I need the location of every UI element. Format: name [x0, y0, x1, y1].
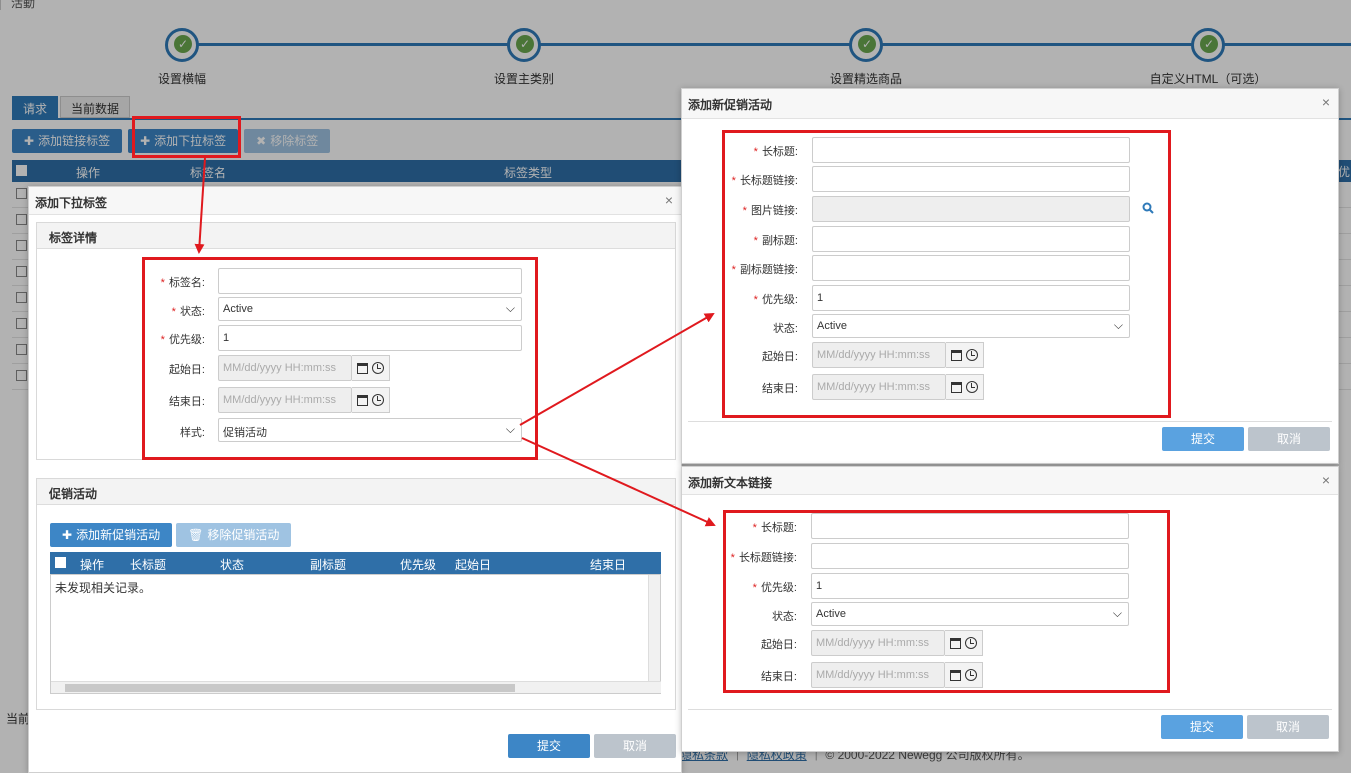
cancel-button[interactable]: 取消	[1248, 427, 1330, 451]
dialog-title: 添加新文本链接	[688, 476, 773, 490]
highlight-box-dropdown-button	[132, 116, 241, 158]
close-icon[interactable]: ×	[665, 192, 673, 208]
vertical-scrollbar[interactable]	[648, 575, 660, 681]
plus-icon: ✚	[62, 528, 73, 542]
highlight-box-text-link-form	[723, 510, 1170, 693]
dialog-header: 添加新促销活动 ×	[682, 89, 1338, 119]
close-icon[interactable]: ×	[1322, 472, 1330, 488]
promo-grid-body: 未发现相关记录。	[50, 574, 661, 694]
column-header: 起始日	[455, 558, 492, 572]
trash-icon: 🗑	[188, 528, 204, 542]
remove-promo-label: 移除促销活动	[207, 528, 280, 542]
highlight-box-dropdown-form	[142, 257, 538, 460]
promo-dialog-footer: 提交 取消	[1162, 427, 1330, 451]
dialog-title: 添加新促销活动	[688, 98, 773, 112]
remove-promo-button[interactable]: 🗑 移除促销活动	[176, 523, 292, 547]
submit-button[interactable]: 提交	[1162, 427, 1244, 451]
column-header: 结束日	[590, 558, 627, 572]
promo-grid-header: 操作 长标题 状态 副标题 优先级 起始日 结束日	[50, 552, 661, 574]
panel-title: 标签详情	[37, 223, 675, 249]
divider	[688, 421, 1332, 422]
submit-button[interactable]: 提交	[508, 734, 590, 758]
cancel-button[interactable]: 取消	[1247, 715, 1329, 739]
divider	[688, 709, 1332, 710]
dropdown-dialog-footer: 提交 取消	[508, 734, 676, 758]
horizontal-scrollbar[interactable]	[51, 681, 661, 693]
close-icon[interactable]: ×	[1322, 94, 1330, 110]
highlight-box-promo-form	[722, 130, 1171, 418]
column-header: 优先级	[400, 558, 437, 572]
column-header: 状态	[220, 558, 245, 572]
text-link-dialog-footer: 提交 取消	[1161, 715, 1329, 739]
select-all-checkbox[interactable]	[55, 557, 66, 568]
submit-button[interactable]: 提交	[1161, 715, 1243, 739]
cancel-button[interactable]: 取消	[594, 734, 676, 758]
scrollbar-thumb[interactable]	[65, 684, 515, 692]
column-header: 操作	[80, 558, 105, 572]
dialog-title: 添加下拉标签	[35, 196, 108, 210]
empty-message: 未发现相关记录。	[55, 581, 152, 595]
column-header: 副标题	[310, 558, 347, 572]
column-header: 长标题	[130, 558, 167, 572]
promo-toolbar: ✚ 添加新促销活动 🗑 移除促销活动	[50, 523, 292, 547]
add-promo-button[interactable]: ✚ 添加新促销活动	[50, 523, 173, 547]
add-promo-label: 添加新促销活动	[76, 528, 161, 542]
panel-title: 促销活动	[37, 479, 675, 505]
dialog-header: 添加新文本链接 ×	[682, 467, 1338, 495]
dialog-header: 添加下拉标签 ×	[29, 187, 681, 215]
